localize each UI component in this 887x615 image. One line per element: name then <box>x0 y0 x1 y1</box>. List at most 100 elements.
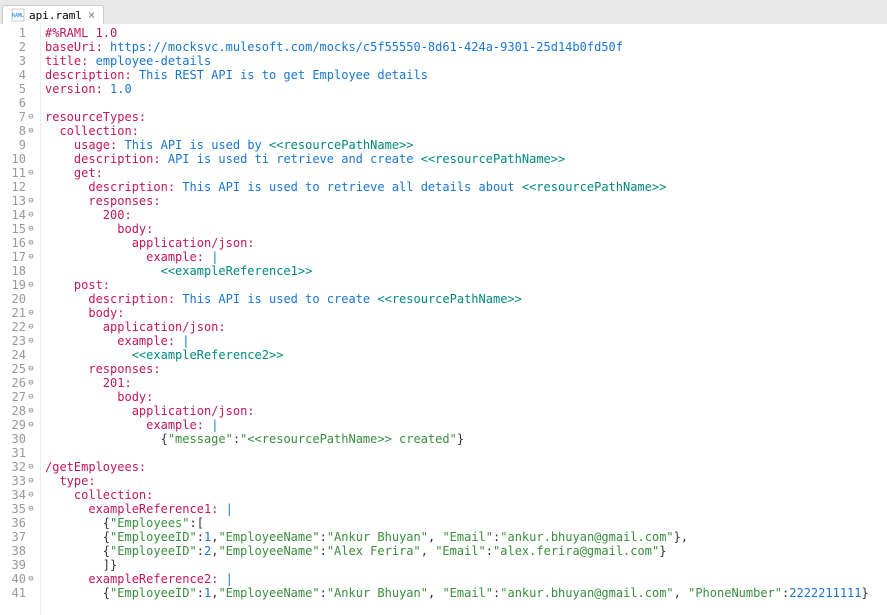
code-line[interactable]: body: <box>45 222 887 236</box>
fold-toggle-icon[interactable]: ⊖ <box>26 278 36 292</box>
file-tab[interactable]: RAML api.raml × <box>2 5 104 24</box>
code-line[interactable]: 201: <box>45 376 887 390</box>
code-line[interactable]: responses: <box>45 362 887 376</box>
fold-toggle-icon[interactable]: ⊖ <box>26 124 36 138</box>
code-token <box>45 180 88 194</box>
gutter-line: 33⊖ <box>8 474 36 488</box>
code-line[interactable]: example: | <box>45 334 887 348</box>
fold-toggle-icon[interactable]: ⊖ <box>26 502 36 516</box>
code-line[interactable]: body: <box>45 390 887 404</box>
fold-toggle-icon[interactable]: ⊖ <box>26 418 36 432</box>
code-token: <<exampleReference1>> <box>161 264 313 278</box>
code-line[interactable]: get: <box>45 166 887 180</box>
code-token <box>103 82 110 96</box>
code-line[interactable]: description: This API is used to retriev… <box>45 180 887 194</box>
code-line[interactable]: #%RAML 1.0 <box>45 26 887 40</box>
code-line[interactable]: type: <box>45 474 887 488</box>
code-token: "Ankur Bhuyan" <box>327 530 428 544</box>
fold-toggle-icon <box>26 40 36 54</box>
code-line[interactable]: {"EmployeeID":2,"EmployeeName":"Alex Fer… <box>45 544 887 558</box>
fold-toggle-icon[interactable]: ⊖ <box>26 362 36 376</box>
code-editor[interactable]: 1 2 3 4 5 6 7⊖8⊖9 10 11⊖12 13⊖14⊖15⊖16⊖1… <box>0 24 887 615</box>
code-line[interactable]: baseUri: https://mocksvc.mulesoft.com/mo… <box>45 40 887 54</box>
code-line[interactable]: title: employee-details <box>45 54 887 68</box>
code-line[interactable]: {"Employees":[ <box>45 516 887 530</box>
gutter-line: 8⊖ <box>8 124 36 138</box>
fold-toggle-icon <box>26 152 36 166</box>
code-line[interactable] <box>45 96 887 110</box>
code-token <box>45 264 161 278</box>
gutter-line: 21⊖ <box>8 306 36 320</box>
gutter-line: 23⊖ <box>8 334 36 348</box>
code-line[interactable]: description: This API is used to create … <box>45 292 887 306</box>
code-line[interactable]: application/json: <box>45 320 887 334</box>
code-token: "ankur.bhuyan@gmail.com" <box>500 586 673 600</box>
code-line[interactable]: {"EmployeeID":1,"EmployeeName":"Ankur Bh… <box>45 586 887 600</box>
code-line[interactable]: example: | <box>45 418 887 432</box>
code-token <box>45 418 146 432</box>
line-number: 34 <box>8 488 26 502</box>
fold-toggle-icon[interactable]: ⊖ <box>26 306 36 320</box>
line-number: 19 <box>8 278 26 292</box>
fold-toggle-icon[interactable]: ⊖ <box>26 376 36 390</box>
fold-toggle-icon[interactable]: ⊖ <box>26 320 36 334</box>
code-token <box>45 278 74 292</box>
fold-toggle-icon <box>26 54 36 68</box>
code-line[interactable]: {"EmployeeID":1,"EmployeeName":"Ankur Bh… <box>45 530 887 544</box>
code-token: ]} <box>45 558 117 572</box>
code-line[interactable]: responses: <box>45 194 887 208</box>
fold-toggle-icon[interactable]: ⊖ <box>26 334 36 348</box>
code-token: https://mocksvc.mulesoft.com/mocks/c5f55… <box>110 40 623 54</box>
code-line[interactable]: /getEmployees: <box>45 460 887 474</box>
code-line[interactable]: example: | <box>45 250 887 264</box>
fold-toggle-icon[interactable]: ⊖ <box>26 208 36 222</box>
gutter-line: 10 <box>8 152 36 166</box>
code-token: "EmployeeID" <box>110 530 197 544</box>
code-line[interactable]: ]} <box>45 558 887 572</box>
fold-toggle-icon[interactable]: ⊖ <box>26 236 36 250</box>
code-line[interactable]: collection: <box>45 488 887 502</box>
code-line[interactable]: collection: <box>45 124 887 138</box>
code-token: responses: <box>88 194 160 208</box>
code-line[interactable]: version: 1.0 <box>45 82 887 96</box>
code-line[interactable]: application/json: <box>45 236 887 250</box>
code-line[interactable]: body: <box>45 306 887 320</box>
fold-toggle-icon[interactable]: ⊖ <box>26 572 36 586</box>
line-number: 15 <box>8 222 26 236</box>
code-area[interactable]: #%RAML 1.0baseUri: https://mocksvc.mules… <box>41 24 887 615</box>
fold-toggle-icon[interactable]: ⊖ <box>26 166 36 180</box>
code-line[interactable]: post: <box>45 278 887 292</box>
fold-toggle-icon[interactable]: ⊖ <box>26 390 36 404</box>
code-line[interactable]: 200: <box>45 208 887 222</box>
code-line[interactable]: <<exampleReference2>> <box>45 348 887 362</box>
code-line[interactable]: application/json: <box>45 404 887 418</box>
fold-toggle-icon[interactable]: ⊖ <box>26 404 36 418</box>
code-line[interactable]: description: API is used ti retrieve and… <box>45 152 887 166</box>
code-line[interactable]: <<exampleReference1>> <box>45 264 887 278</box>
code-token: : <box>197 530 204 544</box>
code-token: | <box>211 250 218 264</box>
code-line[interactable]: exampleReference1: | <box>45 502 887 516</box>
code-line[interactable]: description: This REST API is to get Emp… <box>45 68 887 82</box>
fold-toggle-icon[interactable]: ⊖ <box>26 110 36 124</box>
gutter-line: 18 <box>8 264 36 278</box>
fold-toggle-icon[interactable]: ⊖ <box>26 222 36 236</box>
fold-toggle-icon[interactable]: ⊖ <box>26 474 36 488</box>
code-token: } <box>659 544 666 558</box>
line-number: 3 <box>8 54 26 68</box>
close-icon[interactable]: × <box>88 8 95 22</box>
code-token: , <box>428 586 442 600</box>
fold-toggle-icon <box>26 26 36 40</box>
code-line[interactable] <box>45 446 887 460</box>
fold-toggle-icon[interactable]: ⊖ <box>26 250 36 264</box>
code-line[interactable]: usage: This API is used by <<resourcePat… <box>45 138 887 152</box>
code-line[interactable]: exampleReference2: | <box>45 572 887 586</box>
code-line[interactable]: resourceTypes: <box>45 110 887 124</box>
code-line[interactable]: {"message":"<<resourcePathName>> created… <box>45 432 887 446</box>
fold-toggle-icon[interactable]: ⊖ <box>26 488 36 502</box>
code-token: "EmployeeName" <box>218 586 319 600</box>
fold-toggle-icon[interactable]: ⊖ <box>26 460 36 474</box>
fold-toggle-icon[interactable]: ⊖ <box>26 194 36 208</box>
line-number: 28 <box>8 404 26 418</box>
fold-toggle-icon <box>26 348 36 362</box>
